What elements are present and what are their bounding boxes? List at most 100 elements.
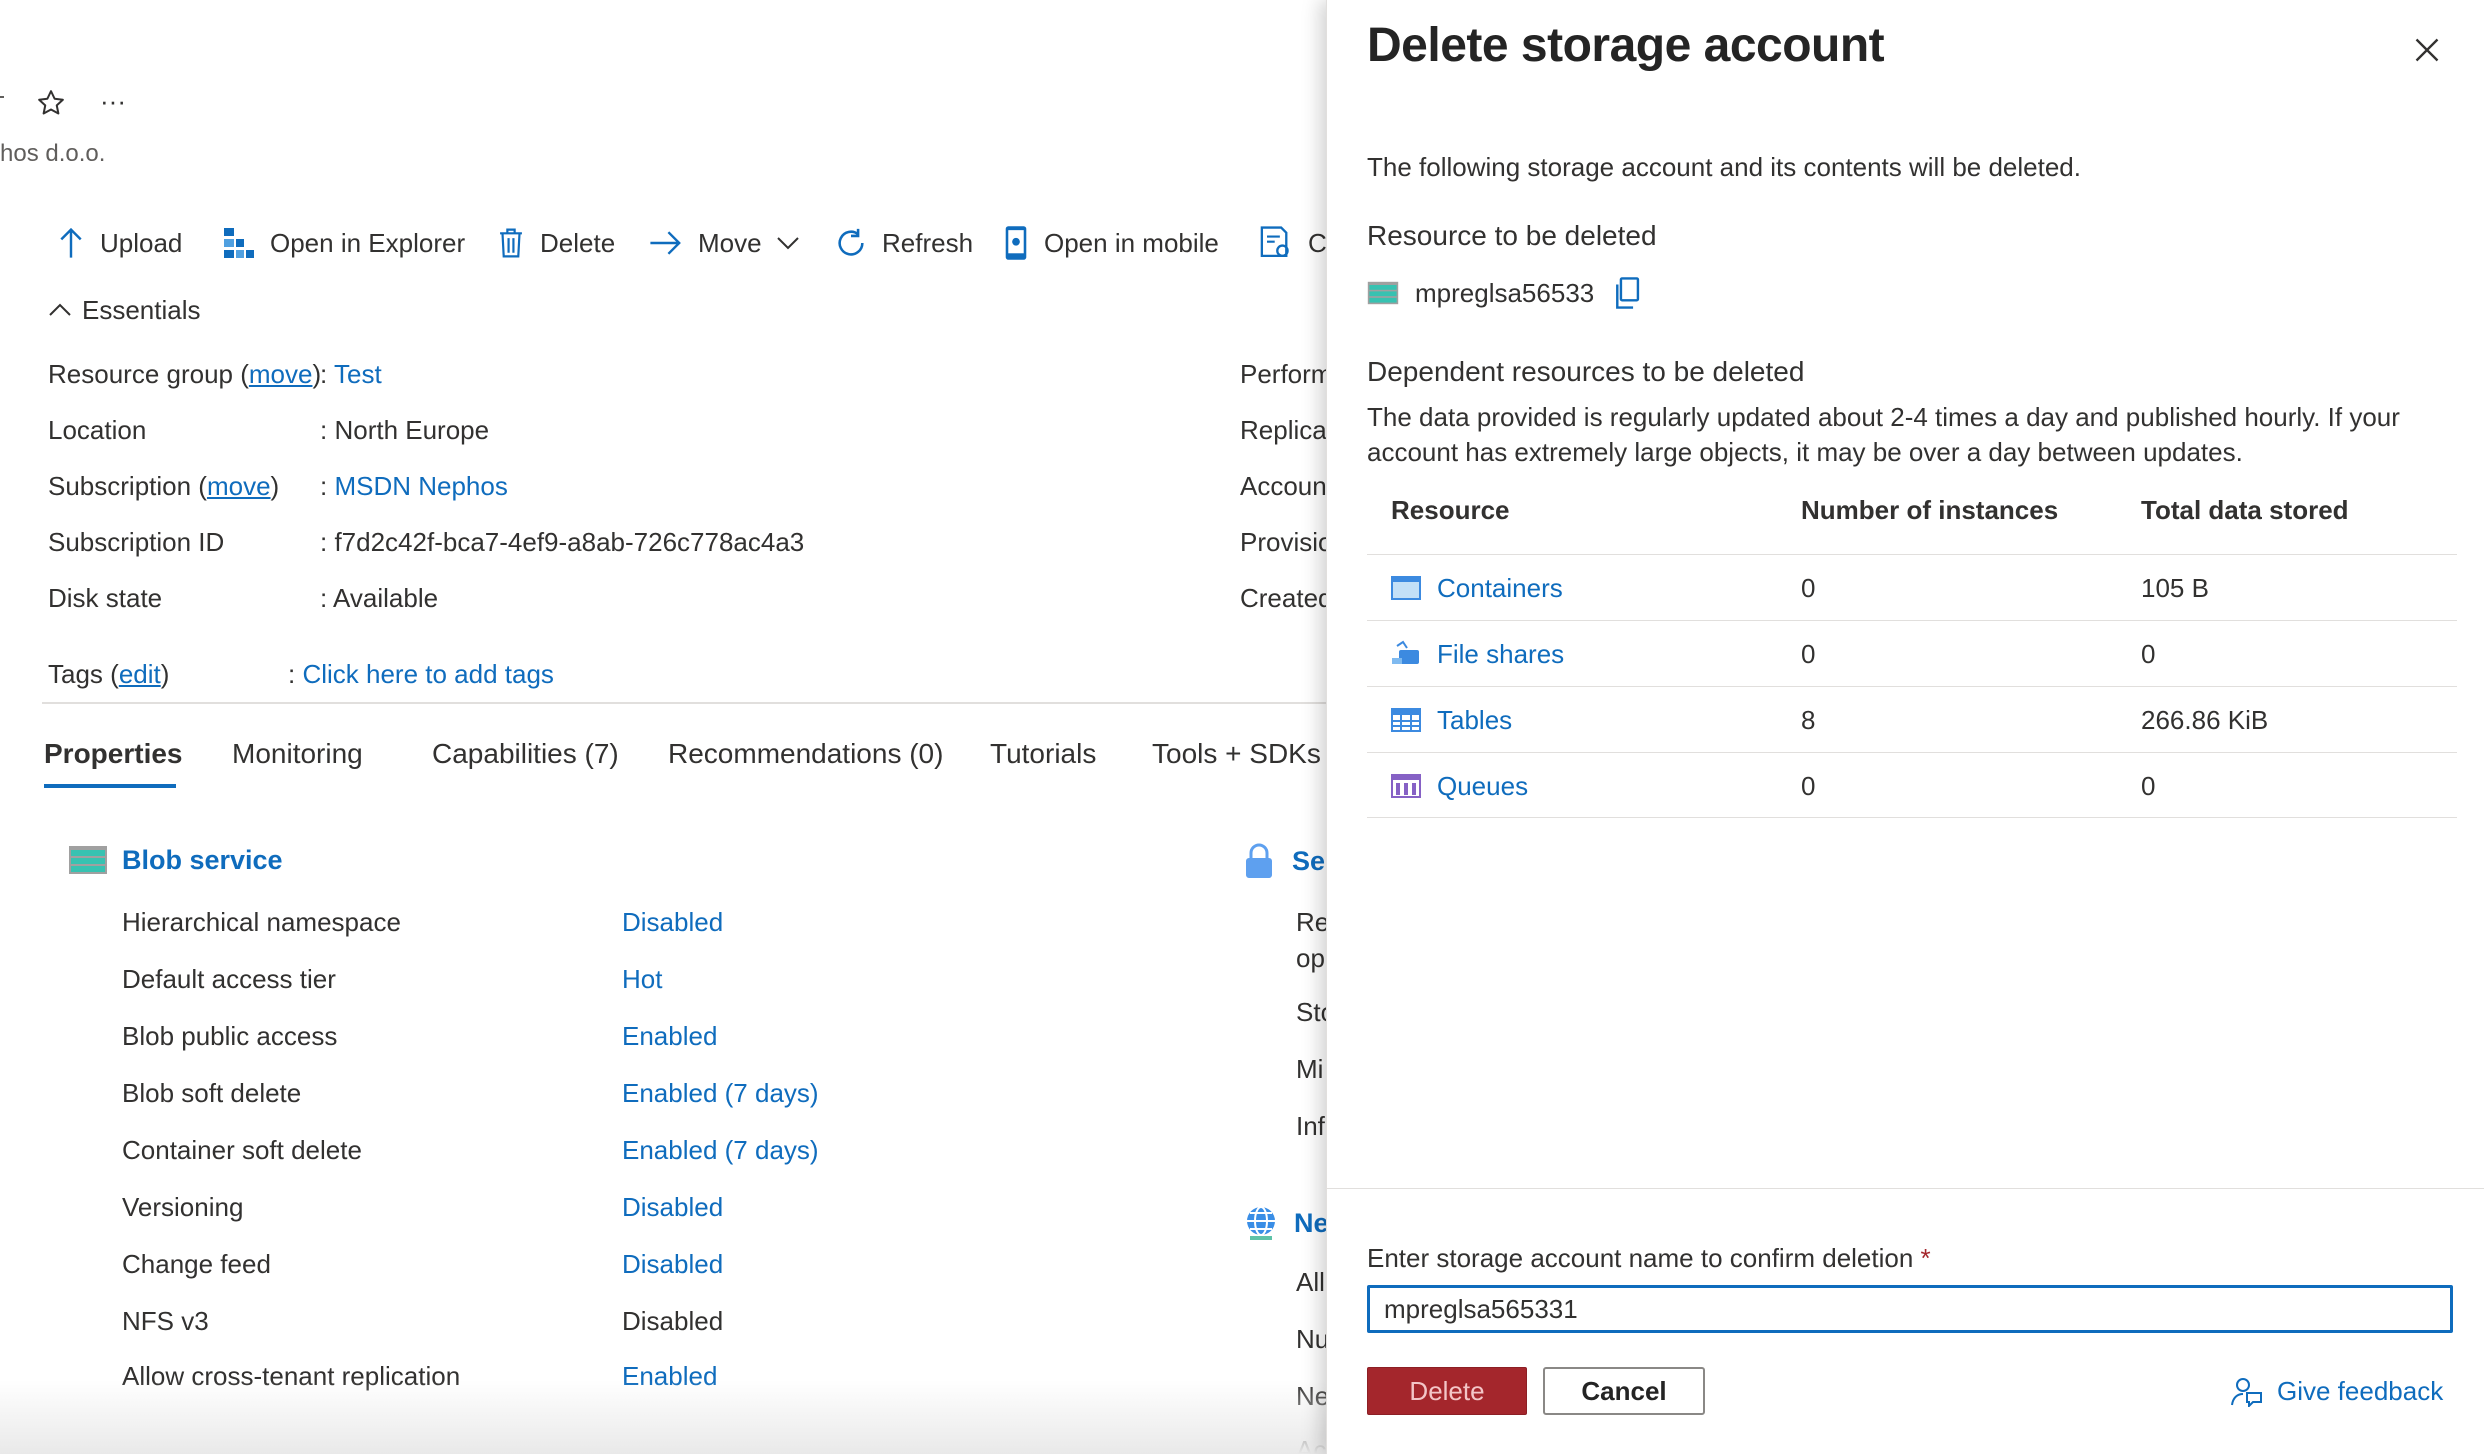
subscription-link[interactable]: MSDN Nephos [334, 471, 507, 501]
queues-link[interactable]: Queues [1437, 753, 1528, 819]
created-label: Created [1240, 583, 1326, 613]
blob-public-access-value[interactable]: Enabled [622, 1016, 717, 1056]
confirm-name-input[interactable] [1367, 1285, 2453, 1333]
storage-account-overview: ··· hos d.o.o. Upload Open in Explorer D… [0, 0, 1326, 1454]
security-line-1: Re [1296, 907, 1326, 937]
security-line-3: Sto [1296, 997, 1326, 1027]
delete-toolbar-button[interactable]: Delete [496, 218, 615, 268]
resource-cell: File shares [1391, 621, 1564, 687]
delete-button[interactable]: Delete [1367, 1367, 1527, 1415]
more-options-button[interactable]: ··· [100, 86, 126, 117]
location-value: : North Europe [320, 415, 490, 445]
resource-group-move-link[interactable]: move [249, 359, 313, 389]
tab-tools-sdks[interactable]: Tools + SDKs [1152, 730, 1321, 778]
close-icon [2415, 38, 2439, 62]
tab-monitoring[interactable]: Monitoring [232, 730, 363, 778]
subscription-move-link[interactable]: move [207, 471, 271, 501]
active-tab-indicator [44, 784, 176, 788]
essentials-toggle[interactable]: Essentials [48, 292, 201, 328]
instances-cell: 0 [1801, 639, 1816, 669]
tab-capabilities[interactable]: Capabilities (7) [432, 730, 619, 778]
open-in-mobile-button[interactable]: Open in mobile [1002, 218, 1219, 268]
add-tags-link[interactable]: Click here to add tags [302, 659, 553, 689]
security-link[interactable]: Se [1292, 846, 1325, 877]
default-access-tier-label: Default access tier [122, 964, 336, 994]
tags-label: Tags (edit) [48, 659, 170, 689]
chevron-up-icon [49, 303, 71, 316]
open-in-explorer-button[interactable]: Open in Explorer [222, 218, 465, 268]
close-panel-button[interactable] [2407, 30, 2447, 70]
networking-header: Ne [1242, 1204, 1326, 1242]
panel-title: Delete storage account [1367, 19, 1885, 72]
performance-label: Perform [1240, 359, 1326, 389]
tab-properties[interactable]: Properties [44, 730, 183, 778]
explorer-icon [224, 228, 254, 258]
hierarchical-namespace-value[interactable]: Disabled [622, 902, 723, 942]
blob-soft-delete-value[interactable]: Enabled (7 days) [622, 1073, 819, 1113]
resource-to-delete: mpreglsa56533 [1367, 276, 1642, 310]
table-row: Queues 0 0 [1367, 752, 2457, 818]
dependent-heading: Dependent resources to be deleted [1367, 356, 1805, 387]
instances-cell: 0 [1801, 573, 1816, 603]
security-line-5: Inf [1296, 1111, 1325, 1141]
resource-group-value: : Test [320, 359, 382, 389]
mobile-icon [1005, 226, 1027, 260]
open-in-explorer-label: Open in Explorer [270, 227, 466, 258]
tab-tutorials[interactable]: Tutorials [990, 730, 1096, 778]
versioning-value[interactable]: Disabled [622, 1187, 723, 1227]
resource-heading: Resource to be deleted [1367, 220, 1657, 251]
subscription-id-text: f7d2c42f-bca7-4ef9-a8ab-726c778ac4a3 [334, 527, 805, 557]
trash-icon [500, 228, 522, 258]
tags-edit-link[interactable]: edit [119, 659, 161, 689]
upload-label: Upload [100, 227, 183, 258]
cancel-button[interactable]: Cancel [1543, 1367, 1705, 1415]
toolbar-overflow-label: C [1308, 227, 1326, 258]
default-access-tier-value[interactable]: Hot [622, 959, 662, 999]
copy-icon[interactable] [1612, 276, 1642, 310]
arrow-right-icon [650, 231, 681, 255]
move-label: Move [698, 227, 762, 258]
table-row: File shares 0 0 [1367, 620, 2457, 686]
table-row: Containers 0 105 B [1367, 554, 2457, 620]
change-feed-value[interactable]: Disabled [622, 1244, 723, 1284]
blob-service-link[interactable]: Blob service [122, 845, 283, 876]
dependent-description-line-2: account has extremely large objects, it … [1367, 437, 2243, 467]
blob-public-access-label: Blob public access [122, 1021, 338, 1051]
panel-intro-text: The following storage account and its co… [1367, 152, 2081, 182]
move-dropdown-button[interactable]: Move [648, 218, 800, 268]
tables-link[interactable]: Tables [1437, 687, 1512, 753]
blob-soft-delete-label: Blob soft delete [122, 1078, 302, 1108]
resource-group-link[interactable]: Test [334, 359, 382, 389]
refresh-icon [838, 228, 864, 256]
upload-button[interactable]: Upload [56, 218, 182, 268]
subscription-id-value: : f7d2c42f-bca7-4ef9-a8ab-726c778ac4a3 [320, 527, 805, 557]
instances-cell: 8 [1801, 705, 1816, 735]
containers-link[interactable]: Containers [1437, 555, 1563, 621]
refresh-button[interactable]: Refresh [834, 218, 973, 268]
give-feedback-link[interactable]: Give feedback [2229, 1367, 2443, 1415]
bottom-fade [0, 1380, 1326, 1454]
stored-cell: 266.86 KiB [2141, 705, 2269, 735]
networking-link[interactable]: Ne [1294, 1208, 1326, 1239]
toolbar-overflow-item[interactable]: C [1258, 218, 1326, 268]
file-shares-link[interactable]: File shares [1437, 621, 1564, 687]
tags-value: : Click here to add tags [288, 659, 554, 689]
disk-state-text: Available [333, 583, 439, 613]
confirm-label-text: Enter storage account name to confirm de… [1367, 1243, 1914, 1273]
disk-state-value: : Available [320, 583, 439, 613]
stored-cell: 0 [2141, 771, 2156, 801]
required-indicator: * [1920, 1243, 1931, 1273]
header-fragment-mark [0, 96, 4, 98]
feedback-icon [2231, 1378, 2262, 1407]
blob-service-header: Blob service [68, 844, 283, 876]
container-soft-delete-value[interactable]: Enabled (7 days) [622, 1130, 819, 1170]
favorite-star-icon[interactable] [36, 88, 66, 125]
nfs-v3-value: Disabled [622, 1306, 724, 1336]
essentials-divider [42, 702, 1326, 704]
globe-icon [1247, 1206, 1275, 1240]
subscription-value: : MSDN Nephos [320, 471, 508, 501]
tab-recommendations[interactable]: Recommendations (0) [668, 730, 943, 778]
open-in-mobile-label: Open in mobile [1044, 227, 1219, 258]
container-soft-delete-label: Container soft delete [122, 1135, 362, 1165]
resource-cell: Queues [1391, 753, 1528, 819]
